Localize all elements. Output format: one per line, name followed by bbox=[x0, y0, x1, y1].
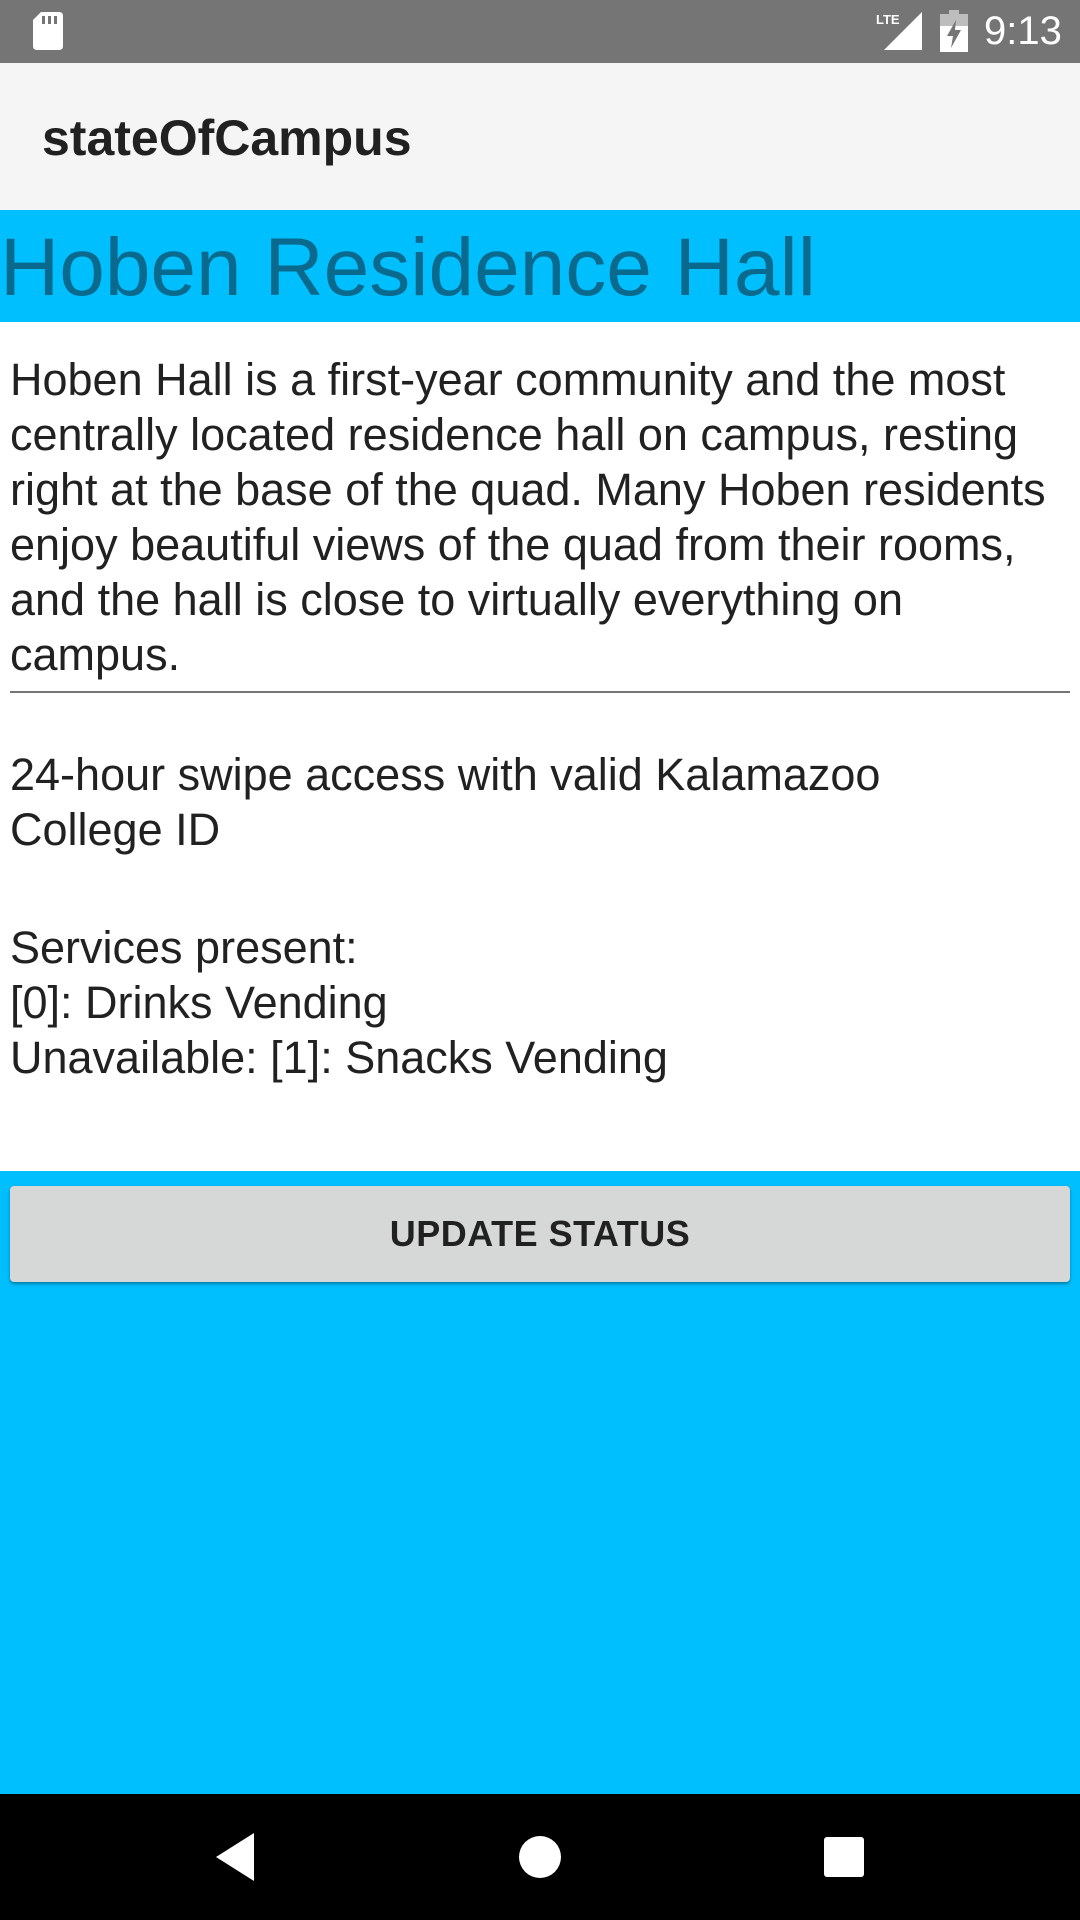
service-present-item: [0]: Drinks Vending bbox=[10, 977, 388, 1028]
services-info: Services present: [0]: Drinks Vending Un… bbox=[10, 920, 1010, 1085]
access-info: 24-hour swipe access with valid Kalamazo… bbox=[10, 749, 881, 855]
lte-signal-icon: LTE bbox=[876, 12, 922, 50]
update-status-button[interactable]: UPDATE STATUS bbox=[10, 1186, 1070, 1282]
services-heading: Services present: bbox=[10, 922, 358, 973]
status-clock: 9:13 bbox=[984, 9, 1062, 53]
app-title: stateOfCampus bbox=[42, 110, 412, 166]
sd-card-icon bbox=[33, 12, 63, 50]
battery-charging-icon bbox=[940, 10, 968, 52]
hall-header: Hoben Residence Hall bbox=[0, 210, 1080, 322]
hall-description: Hoben Hall is a first-year community and… bbox=[10, 354, 1046, 680]
divider bbox=[10, 691, 1070, 693]
svg-text:LTE: LTE bbox=[876, 12, 900, 27]
navigation-bar bbox=[0, 1794, 1080, 1920]
action-panel: UPDATE STATUS bbox=[0, 1171, 1080, 1794]
hall-name: Hoben Residence Hall bbox=[0, 222, 816, 313]
app-bar: stateOfCampus bbox=[0, 63, 1080, 210]
status-bar: LTE 9:13 bbox=[0, 0, 1080, 63]
recent-apps-icon[interactable] bbox=[814, 1827, 874, 1887]
back-icon[interactable] bbox=[206, 1827, 266, 1887]
home-icon[interactable] bbox=[510, 1827, 570, 1887]
service-unavailable-item: Unavailable: [1]: Snacks Vending bbox=[10, 1032, 668, 1083]
